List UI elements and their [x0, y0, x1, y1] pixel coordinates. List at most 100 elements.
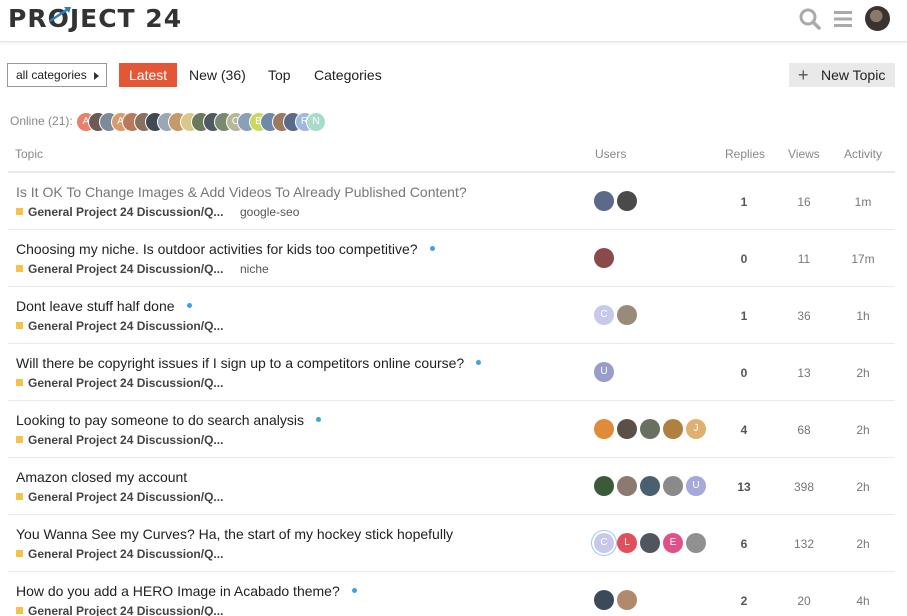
topic-views: 11 — [797, 252, 811, 266]
participant-avatar[interactable] — [594, 248, 614, 268]
topic-tag[interactable]: google-seo — [240, 205, 299, 219]
col-header-users: Users — [595, 147, 627, 161]
topic-activity[interactable]: 2h — [843, 537, 883, 551]
participant-avatar[interactable] — [617, 419, 637, 439]
topic-title-link[interactable]: Is It OK To Change Images & Add Videos T… — [16, 184, 467, 200]
participant-avatar[interactable] — [594, 476, 614, 496]
new-topic-button[interactable]: + New Topic — [789, 63, 895, 87]
topic-category-link[interactable]: General Project 24 Discussion/Q... — [16, 205, 223, 219]
participant-avatar[interactable] — [640, 419, 660, 439]
topic-category-link[interactable]: General Project 24 Discussion/Q... — [16, 376, 223, 390]
topic-category-link[interactable]: General Project 24 Discussion/Q... — [16, 547, 223, 561]
topic-title-link[interactable]: Amazon closed my account — [16, 469, 187, 485]
topic-replies: 2 — [740, 594, 748, 608]
unread-dot-icon — [476, 359, 482, 365]
user-avatar[interactable] — [865, 6, 890, 31]
tab-latest[interactable]: Latest — [119, 63, 178, 87]
topic-row[interactable]: You Wanna See my Curves? Ha, the start o… — [8, 515, 895, 572]
topic-replies: 0 — [740, 252, 748, 266]
participant-avatar[interactable]: U — [594, 362, 614, 382]
topic-activity[interactable]: 2h — [843, 480, 883, 494]
unread-dot-icon — [186, 302, 192, 308]
topic-row[interactable]: Looking to pay someone to do search anal… — [8, 401, 895, 458]
topic-category-link[interactable]: General Project 24 Discussion/Q... — [16, 319, 223, 333]
topic-row[interactable]: Is It OK To Change Images & Add Videos T… — [8, 173, 895, 230]
category-dropdown-label: all categories — [16, 68, 87, 82]
topic-views: 13 — [797, 366, 811, 380]
topic-title-link[interactable]: Looking to pay someone to do search anal… — [16, 412, 321, 428]
participant-avatar[interactable]: E — [663, 533, 683, 553]
col-header-replies[interactable]: Replies — [725, 147, 765, 161]
participant-avatar[interactable] — [663, 419, 683, 439]
participant-avatar[interactable] — [663, 476, 683, 496]
topic-row[interactable]: How do you add a HERO Image in Acabado t… — [8, 572, 895, 616]
col-header-topic[interactable]: Topic — [15, 147, 43, 161]
participant-avatar[interactable] — [640, 533, 660, 553]
category-color-icon — [16, 208, 23, 215]
category-color-icon — [16, 493, 23, 500]
participant-avatar[interactable] — [617, 590, 637, 610]
topic-replies: 6 — [740, 537, 748, 551]
topic-category-link[interactable]: General Project 24 Discussion/Q... — [16, 262, 223, 276]
participant-avatar[interactable]: L — [617, 533, 637, 553]
topic-category-link[interactable]: General Project 24 Discussion/Q... — [16, 433, 223, 447]
participant-avatar[interactable]: C — [594, 533, 614, 553]
topic-views: 36 — [797, 309, 811, 323]
category-color-icon — [16, 265, 23, 272]
online-user-avatar[interactable]: N — [306, 112, 326, 132]
caret-right-icon — [94, 72, 99, 80]
category-color-icon — [16, 379, 23, 386]
topic-title-link[interactable]: Choosing my niche. Is outdoor activities… — [16, 241, 435, 257]
topic-views: 132 — [793, 537, 815, 551]
category-dropdown[interactable]: all categories — [7, 63, 107, 87]
unread-dot-icon — [351, 587, 357, 593]
participant-avatar[interactable]: U — [686, 476, 706, 496]
unread-dot-icon — [315, 416, 321, 422]
tab-new[interactable]: New (36) — [189, 63, 246, 87]
topic-replies: 0 — [740, 366, 748, 380]
topic-row[interactable]: Dont leave stuff half done General Projec… — [8, 287, 895, 344]
participant-avatar[interactable] — [594, 419, 614, 439]
topic-row[interactable]: Amazon closed my account General Project … — [8, 458, 895, 515]
participant-avatar[interactable] — [617, 476, 637, 496]
topic-activity[interactable]: 17m — [843, 252, 883, 266]
participant-avatar[interactable]: C — [594, 305, 614, 325]
topic-tag[interactable]: niche — [240, 262, 269, 276]
topic-row[interactable]: Will there be copyright issues if I sign… — [8, 344, 895, 401]
topic-row[interactable]: Choosing my niche. Is outdoor activities… — [8, 230, 895, 287]
topic-category-link[interactable]: General Project 24 Discussion/Q... — [16, 490, 223, 504]
site-logo[interactable]: PROJECT 24 — [8, 4, 182, 33]
topic-views: 20 — [797, 594, 811, 608]
participant-avatar[interactable] — [686, 533, 706, 553]
tab-categories[interactable]: Categories — [314, 63, 382, 87]
plus-icon: + — [798, 65, 809, 85]
participant-avatar[interactable] — [594, 191, 614, 211]
topic-title-link[interactable]: Will there be copyright issues if I sign… — [16, 355, 482, 371]
topic-replies: 4 — [740, 423, 748, 437]
tab-top[interactable]: Top — [268, 63, 291, 87]
topic-title-link[interactable]: How do you add a HERO Image in Acabado t… — [16, 583, 357, 599]
topic-views: 68 — [797, 423, 811, 437]
participant-avatar[interactable]: J — [686, 419, 706, 439]
participant-avatar[interactable] — [594, 590, 614, 610]
participant-avatar[interactable] — [617, 191, 637, 211]
participant-avatar[interactable] — [640, 476, 660, 496]
online-count: Online (21): — [10, 114, 73, 128]
topic-title-link[interactable]: You Wanna See my Curves? Ha, the start o… — [16, 526, 453, 542]
topic-title-link[interactable]: Dont leave stuff half done — [16, 298, 192, 314]
col-header-activity[interactable]: Activity — [844, 147, 882, 161]
topic-activity[interactable]: 2h — [843, 366, 883, 380]
participant-avatar[interactable] — [617, 305, 637, 325]
topic-views: 398 — [793, 480, 815, 494]
topic-activity[interactable]: 1m — [843, 195, 883, 209]
search-icon[interactable] — [798, 7, 822, 31]
site-header: PROJECT 24 — [0, 0, 907, 42]
new-topic-label: New Topic — [821, 67, 886, 83]
topic-activity[interactable]: 1h — [843, 309, 883, 323]
hamburger-menu-icon[interactable] — [833, 9, 853, 29]
logo-arrow-icon — [49, 7, 71, 23]
topic-activity[interactable]: 4h — [843, 594, 883, 608]
topic-category-link[interactable]: General Project 24 Discussion/Q... — [16, 604, 223, 616]
col-header-views[interactable]: Views — [788, 147, 820, 161]
topic-activity[interactable]: 2h — [843, 423, 883, 437]
